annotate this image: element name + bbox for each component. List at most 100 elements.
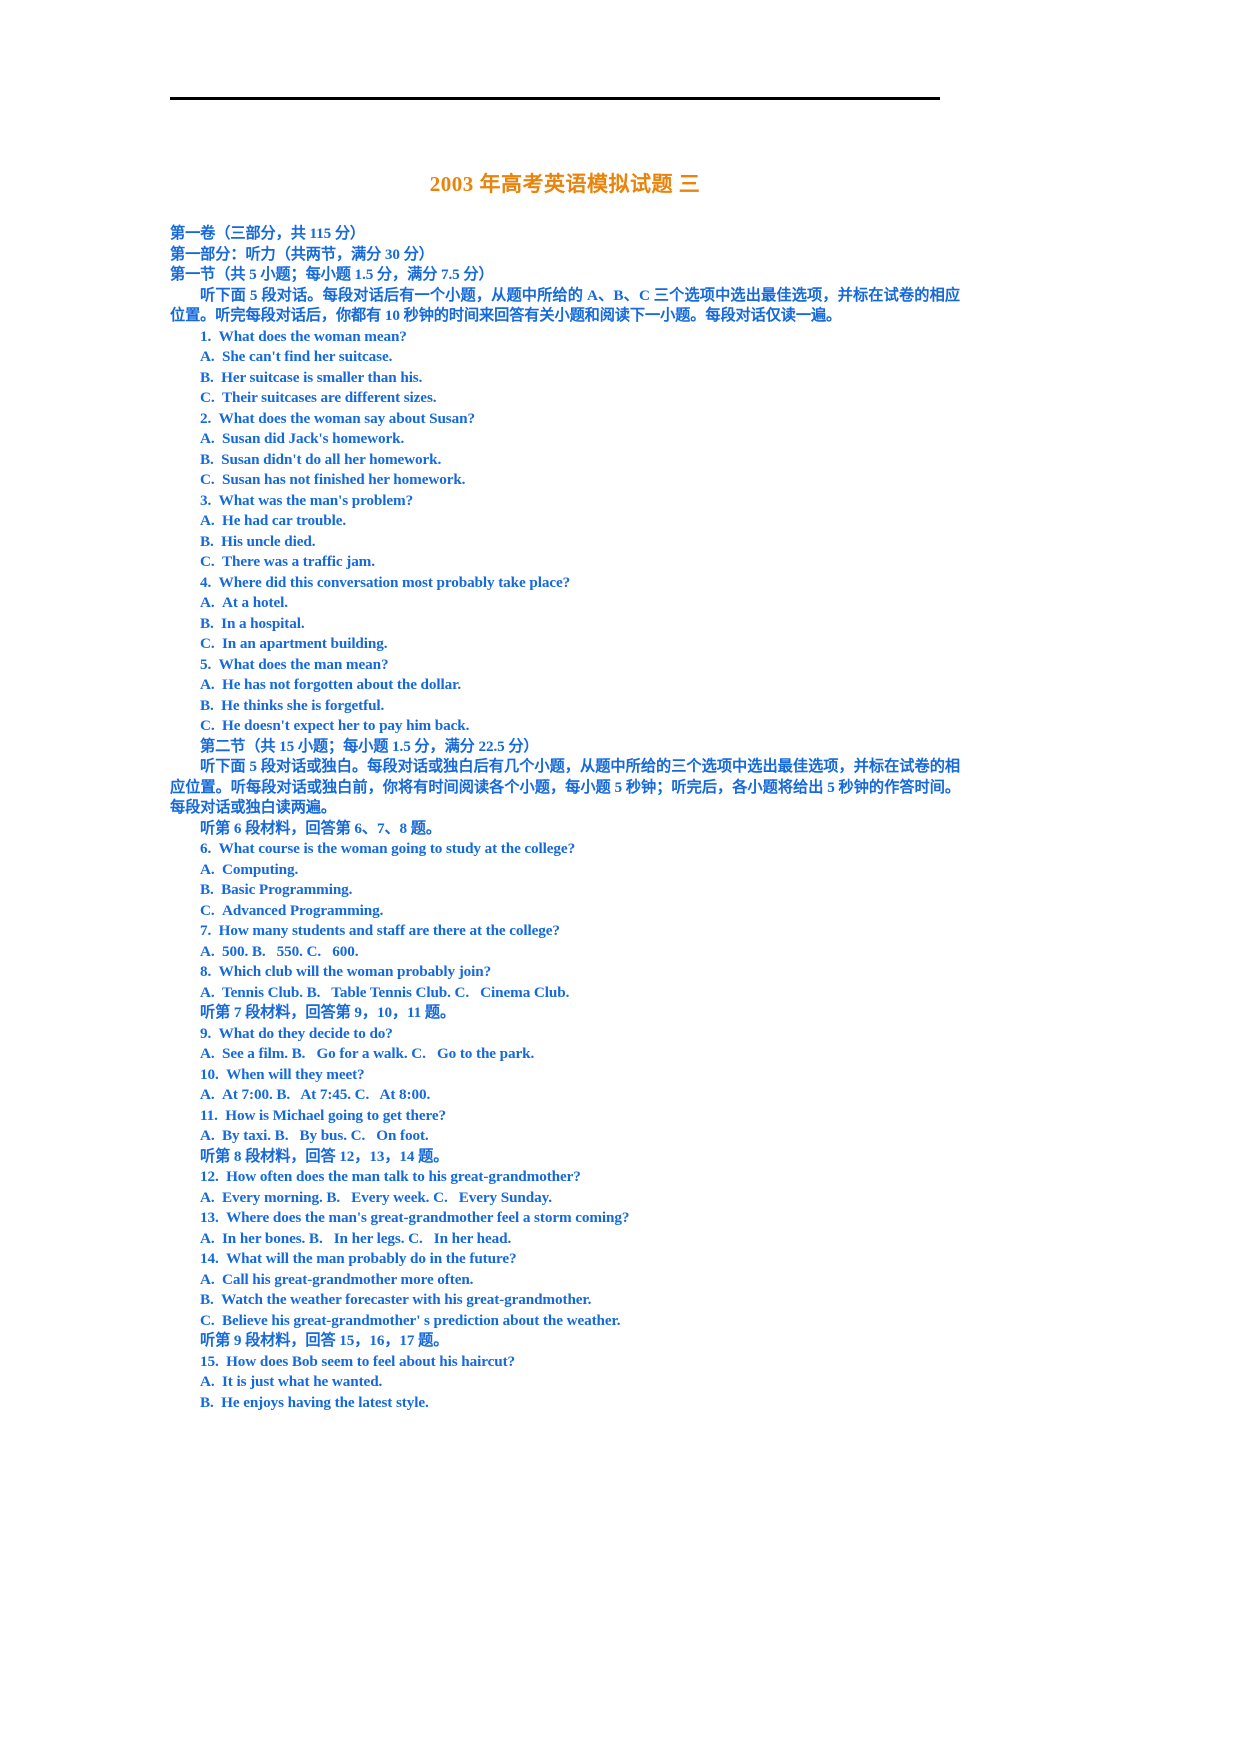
question-item: 12. How often does the man talk to his g…: [170, 1167, 960, 1188]
question-item: 11. How is Michael going to get there?: [170, 1106, 960, 1127]
question-number: 13.: [200, 1209, 219, 1226]
option-letter: C.: [200, 635, 215, 652]
option-letter: B.: [200, 532, 214, 550]
option-text: Tennis Club. B. Table Tennis Club. C. Ci…: [221, 983, 570, 1001]
option-text: In a hospital.: [221, 614, 305, 632]
header-divider: [170, 97, 940, 100]
option-item: A. In her bones. B. In her legs. C. In h…: [170, 1229, 960, 1250]
option-item: C. Their suitcases are different sizes.: [170, 388, 960, 409]
question-number: 3.: [200, 491, 212, 509]
option-item: A. At 7:00. B. At 7:45. C. At 8:00.: [170, 1085, 960, 1106]
option-letter: A.: [200, 430, 215, 447]
option-text: His uncle died.: [221, 532, 316, 550]
option-letter: A.: [200, 1188, 215, 1206]
question-text: Where did this conversation most probabl…: [218, 573, 571, 591]
question-text: What does the man mean?: [218, 655, 389, 673]
option-item: B. Her suitcase is smaller than his.: [170, 368, 960, 389]
option-item: A. Susan did Jack's homework.: [170, 429, 960, 450]
question-number: 8.: [200, 963, 212, 980]
question-number: 4.: [200, 573, 212, 591]
option-text: It is just what he wanted.: [221, 1373, 383, 1390]
option-text: He thinks she is forgetful.: [221, 696, 385, 714]
option-letter: A.: [200, 1086, 215, 1103]
option-letter: A.: [200, 594, 215, 611]
question-item: 14. What will the man probably do in the…: [170, 1249, 960, 1270]
question-item: 8. Which club will the woman probably jo…: [170, 962, 960, 983]
option-text: By taxi. B. By bus. C. On foot.: [221, 1127, 429, 1144]
question-text: Which club will the woman probably join?: [218, 963, 492, 980]
option-item: A. Call his great-grandmother more often…: [170, 1270, 960, 1291]
question-text: How is Michael going to get there?: [225, 1106, 446, 1124]
option-text: Call his great-grandmother more often.: [221, 1270, 474, 1288]
option-text: He had car trouble.: [221, 512, 347, 529]
option-item: A. She can't find her suitcase.: [170, 347, 960, 368]
option-item: B. Watch the weather forecaster with his…: [170, 1290, 960, 1311]
option-item: A. He had car trouble.: [170, 511, 960, 532]
option-text: Susan did Jack's homework.: [221, 430, 405, 447]
page-title: 2003 年高考英语模拟试题 三: [429, 172, 701, 196]
question-number: 2.: [200, 409, 212, 427]
question-text: How often does the man talk to his great…: [226, 1168, 581, 1185]
option-item: C. In an apartment building.: [170, 634, 960, 655]
option-text: Watch the weather forecaster with his gr…: [221, 1291, 592, 1308]
option-letter: A.: [200, 1270, 215, 1288]
question-number: 14.: [200, 1250, 219, 1267]
question-text: What course is the woman going to study …: [218, 840, 576, 857]
section-two-header: 第二节（共 15 小题；每小题 1.5 分，满分 22.5 分）: [200, 737, 539, 755]
option-letter: B.: [200, 614, 214, 632]
option-item: C. Susan has not finished her homework.: [170, 470, 960, 491]
option-letter: C.: [200, 717, 215, 734]
option-text: Susan has not finished her homework.: [221, 471, 466, 488]
question-text: What will the man probably do in the fut…: [226, 1250, 517, 1267]
header-line-part: 第一部分：听力（共两节，满分 30 分）: [170, 245, 434, 263]
option-item: A. By taxi. B. By bus. C. On foot.: [170, 1126, 960, 1147]
question-item: 13. Where does the man's great-grandmoth…: [170, 1208, 960, 1229]
option-letter: A.: [200, 676, 215, 693]
option-letter: B.: [200, 696, 214, 714]
instructions-section-one: 听下面 5 段对话。每段对话后有一个小题，从题中所给的 A、B、C 三个选项中选…: [170, 286, 960, 325]
question-number: 6.: [200, 840, 212, 857]
option-text: He doesn't expect her to pay him back.: [221, 717, 470, 734]
option-letter: A.: [200, 1373, 215, 1390]
document-content: 2003 年高考英语模拟试题 三 第一卷（三部分，共 115 分） 第一部分：听…: [170, 150, 960, 1413]
option-letter: A.: [200, 942, 215, 960]
question-number: 1.: [200, 327, 212, 345]
question-number: 7.: [200, 922, 212, 939]
option-letter: A.: [200, 983, 215, 1001]
question-item: 15. How does Bob seem to feel about his …: [170, 1352, 960, 1373]
option-letter: A.: [200, 1127, 215, 1144]
option-item: C. He doesn't expect her to pay him back…: [170, 716, 960, 737]
material-group-heading: 听第 9 段材料，回答 15，16，17 题。: [200, 1332, 449, 1349]
option-item: B. He thinks she is forgetful.: [170, 696, 960, 717]
option-letter: B.: [200, 1291, 214, 1308]
option-letter: B.: [200, 1393, 214, 1411]
option-item: C. Advanced Programming.: [170, 901, 960, 922]
option-text: See a film. B. Go for a walk. C. Go to t…: [221, 1045, 535, 1062]
option-letter: A.: [200, 860, 215, 878]
option-item: A. See a film. B. Go for a walk. C. Go t…: [170, 1044, 960, 1065]
question-item: 9. What do they decide to do?: [170, 1024, 960, 1045]
question-item: 2. What does the woman say about Susan?: [170, 409, 960, 430]
option-letter: B.: [200, 450, 214, 468]
question-text: What does the woman mean?: [218, 327, 407, 345]
option-text: There was a traffic jam.: [221, 553, 375, 570]
question-number: 5.: [200, 655, 212, 673]
option-text: 500. B. 550. C. 600.: [221, 942, 359, 960]
option-text: He enjoys having the latest style.: [221, 1393, 429, 1411]
question-item: 3. What was the man's problem?: [170, 491, 960, 512]
instructions-section-two: 听下面 5 段对话或独白。每段对话或独白后有几个小题，从题中所给的三个选项中选出…: [170, 758, 960, 816]
question-item: 10. When will they meet?: [170, 1065, 960, 1086]
option-item: A. It is just what he wanted.: [170, 1372, 960, 1393]
option-letter: B.: [200, 368, 214, 386]
material-group-heading: 听第 7 段材料，回答第 9，10，11 题。: [200, 1004, 456, 1021]
option-text: Her suitcase is smaller than his.: [221, 368, 423, 386]
question-number: 10.: [200, 1065, 219, 1083]
question-text: What do they decide to do?: [218, 1024, 393, 1042]
option-letter: C.: [200, 389, 215, 406]
option-item: A. At a hotel.: [170, 593, 960, 614]
option-text: In her bones. B. In her legs. C. In her …: [221, 1229, 512, 1247]
document-page: 2003 年高考英语模拟试题 三 第一卷（三部分，共 115 分） 第一部分：听…: [0, 0, 1240, 1754]
exam-body: 第一卷（三部分，共 115 分） 第一部分：听力（共两节，满分 30 分） 第一…: [170, 224, 960, 1413]
header-line-section: 第一节（共 5 小题；每小题 1.5 分，满分 7.5 分）: [170, 266, 494, 283]
option-item: A. He has not forgotten about the dollar…: [170, 675, 960, 696]
